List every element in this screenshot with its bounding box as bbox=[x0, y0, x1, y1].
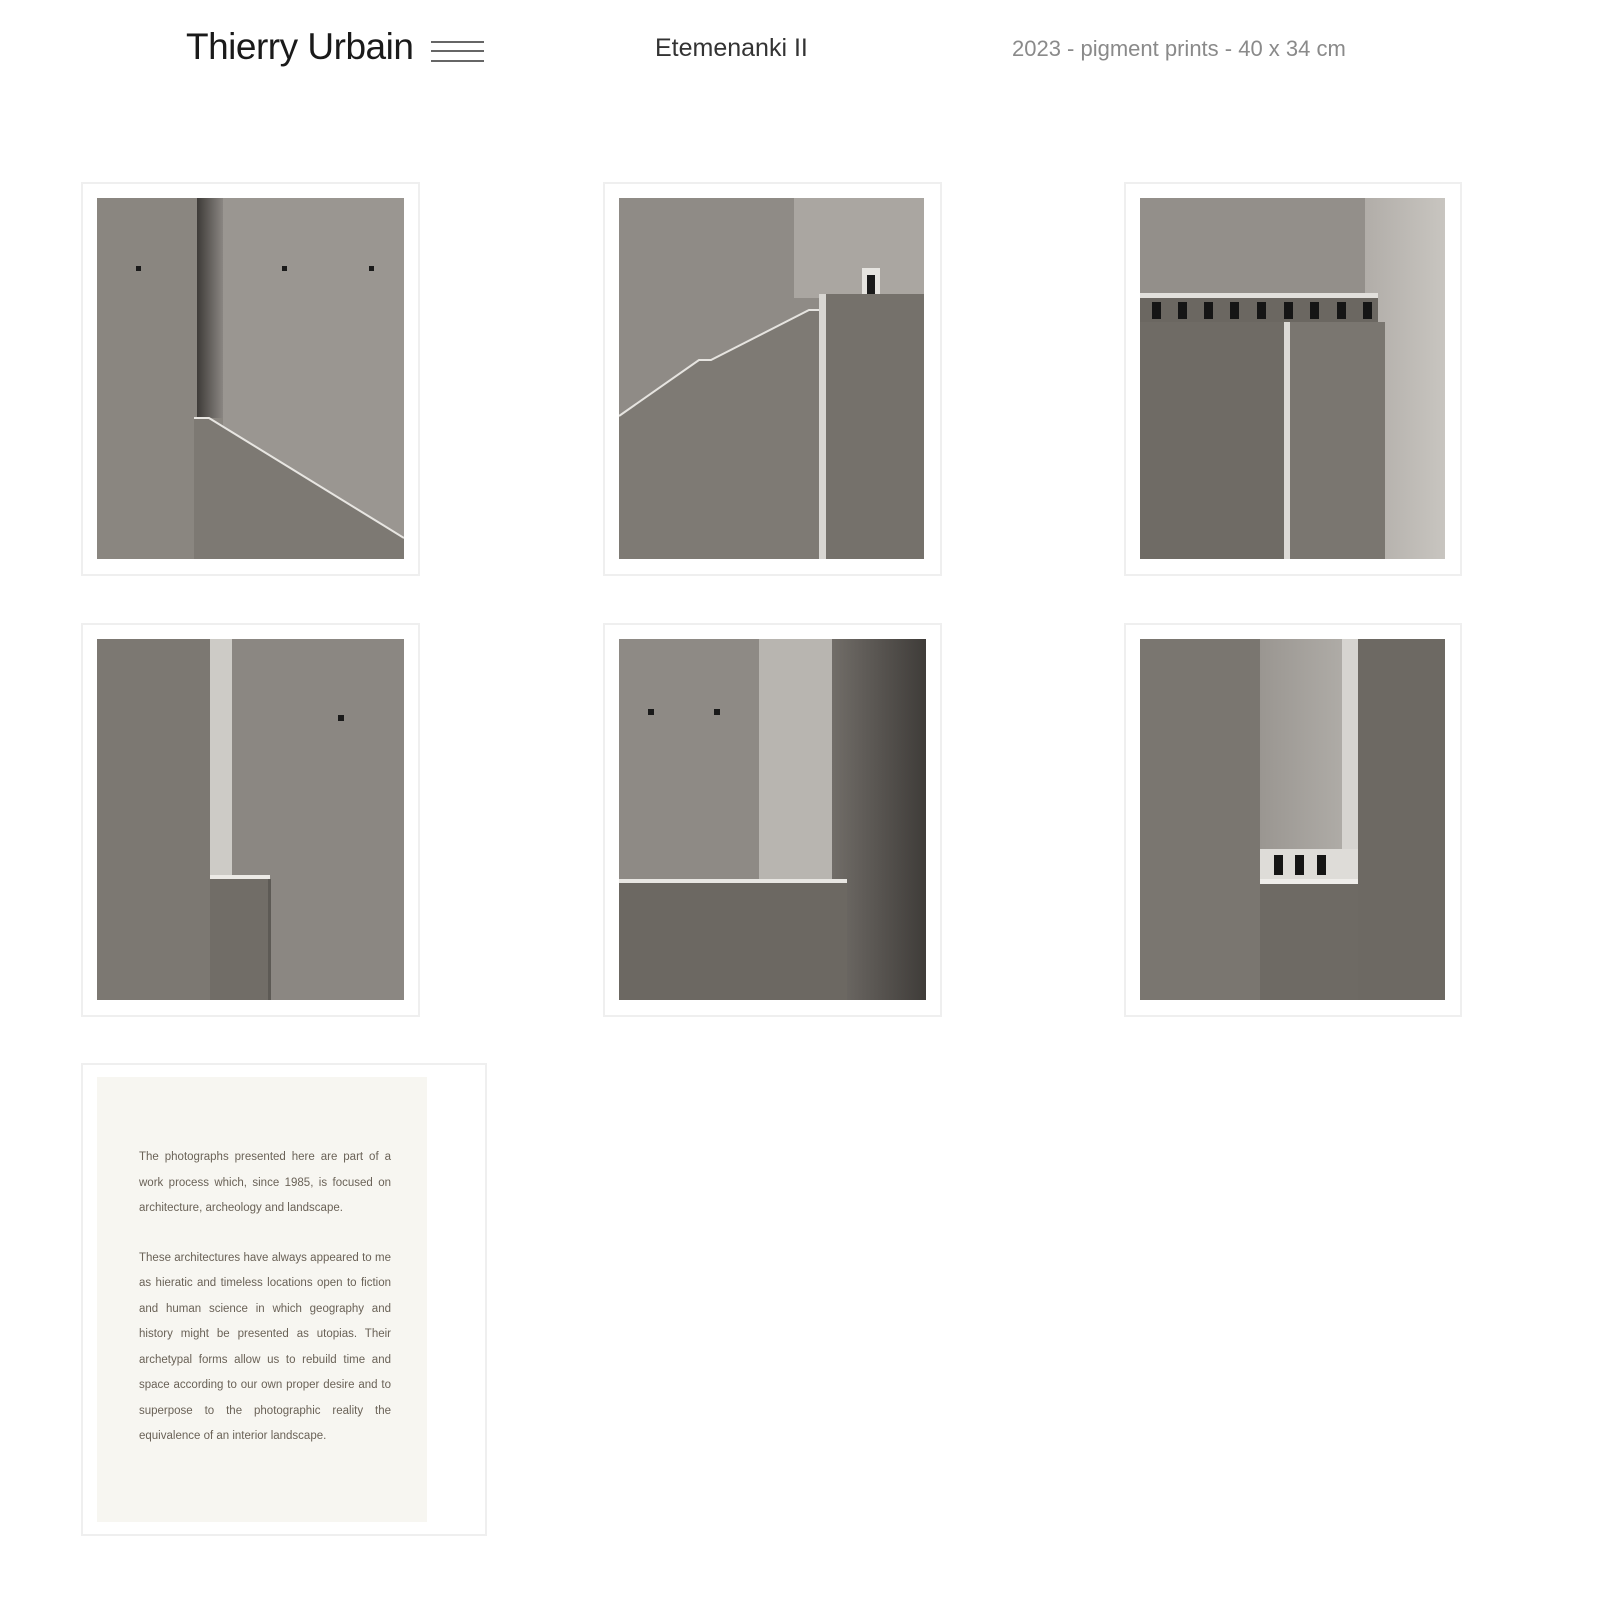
hamburger-menu-icon-line bbox=[431, 60, 484, 62]
statement-paragraph: These architectures have always appeared… bbox=[139, 1251, 391, 1443]
menu-toggle-button[interactable] bbox=[431, 40, 484, 66]
hamburger-menu-icon-line bbox=[431, 50, 484, 52]
photo-6[interactable] bbox=[1140, 639, 1445, 1000]
statement-paragraph: The photographs presented here are part … bbox=[139, 1151, 391, 1214]
photo-1[interactable] bbox=[97, 198, 404, 559]
series-title: Etemenanki II bbox=[655, 34, 808, 62]
photo-5[interactable] bbox=[619, 639, 926, 1000]
series-meta: 2023 - pigment prints - 40 x 34 cm bbox=[1012, 36, 1346, 61]
site-title[interactable]: Thierry Urbain bbox=[186, 26, 414, 68]
photo-3[interactable] bbox=[1140, 198, 1445, 559]
photo-2[interactable] bbox=[619, 198, 924, 559]
statement-card: The photographs presented here are part … bbox=[97, 1077, 427, 1522]
hamburger-menu-icon bbox=[431, 41, 484, 43]
photo-4[interactable] bbox=[97, 639, 404, 1000]
